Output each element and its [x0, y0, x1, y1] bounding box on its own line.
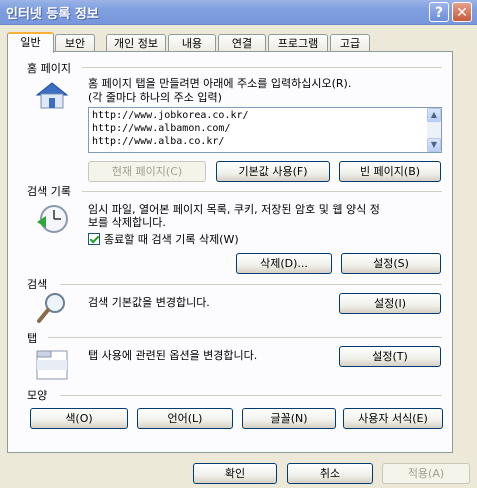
use-blank-button[interactable]: 빈 페이지(B)	[339, 161, 441, 182]
delete-on-exit-label[interactable]: 종료할 때 검색 기록 삭제(W)	[104, 233, 239, 246]
history-description-cont: 보를 삭제합니다.	[88, 216, 166, 229]
section-divider	[82, 67, 442, 68]
history-clock-icon	[37, 205, 68, 233]
tab-security[interactable]: 보안	[55, 34, 95, 51]
house-icon	[35, 82, 69, 109]
homepage-url-textarea[interactable]: http://www.jobkorea.co.kr/ http://www.al…	[88, 107, 442, 153]
history-description: 임시 파일, 열어본 페이지 목록, 쿠키, 저장된 암호 및 웹 양식 정	[88, 203, 380, 216]
scroll-down-icon[interactable]: ▼	[427, 138, 441, 152]
tab-connections[interactable]: 연결	[218, 34, 266, 51]
homepage-instructions: 홈 페이지 탭을 만들려면 아래에 주소를 입력하십시오(R).	[88, 77, 352, 90]
help-button[interactable]: ?	[429, 2, 449, 22]
tabs-settings-button[interactable]: 설정(T)	[339, 346, 441, 367]
tab-privacy[interactable]: 개인 정보	[106, 34, 166, 51]
tabs-description: 탭 사용에 관련된 옵션을 변경합니다.	[88, 349, 258, 362]
url-line: http://www.albamon.com/	[92, 123, 231, 134]
url-line: http://www.alba.co.kr/	[92, 136, 225, 147]
apply-button[interactable]: 적용(A)	[382, 463, 470, 484]
appearance-title: 모양	[27, 389, 48, 402]
ok-button[interactable]: 확인	[193, 463, 277, 484]
section-divider	[60, 395, 442, 396]
search-title: 검색	[27, 278, 48, 291]
history-settings-button[interactable]: 설정(S)	[341, 253, 441, 274]
magnifier-icon	[37, 293, 65, 323]
delete-history-button[interactable]: 삭제(D)...	[236, 253, 332, 274]
homepage-title: 홈 페이지	[27, 62, 71, 75]
use-current-button[interactable]: 현재 페이지(C)	[88, 161, 206, 182]
use-default-button[interactable]: 기본값 사용(F)	[216, 161, 330, 182]
tab-programs[interactable]: 프로그램	[268, 34, 328, 51]
colors-button[interactable]: 색(O)	[30, 408, 128, 429]
tab-content[interactable]: 내용	[168, 34, 216, 51]
tab-general[interactable]: 일반	[7, 32, 54, 53]
tabs-window-icon	[36, 350, 68, 380]
tabs-section-title: 탭	[27, 332, 38, 345]
search-description: 검색 기본값을 변경합니다.	[88, 296, 210, 309]
close-button[interactable]: ✕	[452, 2, 472, 22]
delete-on-exit-checkbox[interactable]	[88, 233, 100, 245]
accessibility-button[interactable]: 사용자 서식(E)	[343, 408, 443, 429]
history-title: 검색 기록	[27, 185, 71, 198]
scroll-up-icon[interactable]: ▲	[427, 108, 441, 122]
section-divider	[60, 284, 442, 285]
section-divider	[82, 191, 442, 192]
cancel-button[interactable]: 취소	[287, 463, 373, 484]
url-line: http://www.jobkorea.co.kr/	[92, 110, 249, 121]
fonts-button[interactable]: 글꼴(N)	[242, 408, 336, 429]
window-title: 인터넷 등록 정보	[6, 7, 99, 22]
section-divider	[48, 337, 442, 338]
tab-advanced[interactable]: 고급	[330, 34, 370, 51]
homepage-instructions-note: (각 줄마다 하나의 주소 입력)	[88, 91, 222, 104]
scrollbar[interactable]: ▲ ▼	[427, 108, 441, 152]
languages-button[interactable]: 언어(L)	[137, 408, 233, 429]
search-settings-button[interactable]: 설정(I)	[339, 293, 441, 314]
title-bar: 인터넷 등록 정보 ? ✕	[0, 0, 477, 25]
